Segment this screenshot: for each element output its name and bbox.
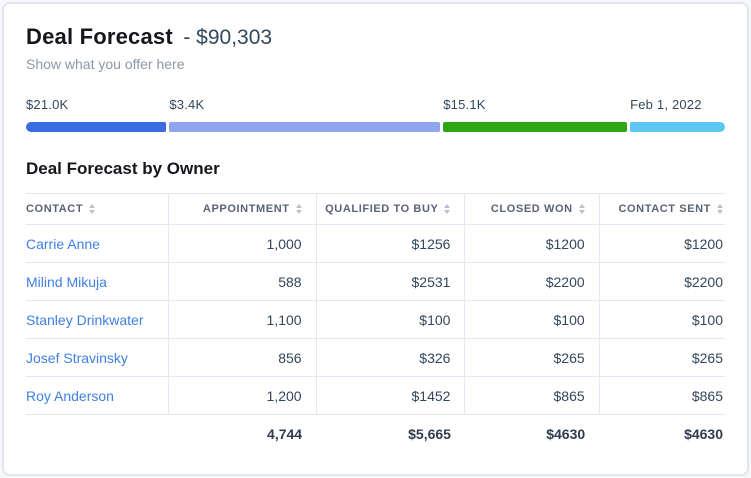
table-row: Roy Anderson1,200$1452$865$865 (26, 377, 725, 415)
sort-icon[interactable] (89, 204, 95, 214)
forecast-progress-bar (26, 122, 725, 132)
forecast-bar-label: Feb 1, 2022 (630, 97, 702, 112)
contact-cell: Milind Mikuja (26, 263, 169, 301)
table-row: Josef Stravinsky856$326$265$265 (26, 339, 725, 377)
column-header-qualified-to-buy[interactable]: QUALIFIED TO BUY (316, 194, 465, 225)
column-header-label: CLOSED WON (491, 203, 573, 215)
page-title-text: Deal Forecast (26, 24, 173, 49)
total-cell (26, 415, 169, 454)
table-row: Carrie Anne1,000$1256$1200$1200 (26, 225, 725, 263)
value-cell: $1200 (465, 225, 599, 263)
table-header: CONTACT APPOINTMENT QUALIFIED TO BUY CLOSED… (26, 194, 725, 225)
forecast-bar-labels: $21.0K $3.4K $15.1K Feb 1, 2022 (26, 97, 725, 113)
sort-icon[interactable] (717, 204, 723, 214)
value-cell: 856 (169, 339, 316, 377)
value-cell: $100 (599, 301, 725, 339)
column-header-label: APPOINTMENT (203, 203, 290, 215)
value-cell: $2200 (599, 263, 725, 301)
contact-cell: Roy Anderson (26, 377, 169, 415)
page-title: Deal Forecast - $90,303 (26, 24, 725, 50)
section-title: Deal Forecast by Owner (26, 159, 725, 179)
column-header-closed-won[interactable]: CLOSED WON (465, 194, 599, 225)
value-cell: $265 (599, 339, 725, 377)
table-totals: 4,744$5,665$4630$4630 (26, 415, 725, 454)
contact-cell: Carrie Anne (26, 225, 169, 263)
value-cell: 1,000 (169, 225, 316, 263)
forecast-bar-segment[interactable] (443, 122, 627, 132)
sort-icon[interactable] (444, 204, 450, 214)
page-title-amount: - $90,303 (183, 26, 272, 49)
column-header-contact[interactable]: CONTACT (26, 194, 169, 225)
table-row: Stanley Drinkwater1,100$100$100$100 (26, 301, 725, 339)
sort-icon[interactable] (296, 204, 302, 214)
column-header-label: CONTACT SENT (618, 203, 711, 215)
contact-link[interactable]: Carrie Anne (26, 236, 100, 252)
deal-forecast-table: CONTACT APPOINTMENT QUALIFIED TO BUY CLOSED… (26, 193, 725, 453)
contact-cell: Stanley Drinkwater (26, 301, 169, 339)
column-header-label: CONTACT (26, 203, 83, 215)
page-subtitle: Show what you offer here (26, 56, 725, 72)
forecast-bar-segment[interactable] (169, 122, 440, 132)
forecast-bar-label: $15.1K (443, 97, 485, 112)
value-cell: $265 (465, 339, 599, 377)
column-header-appointment[interactable]: APPOINTMENT (169, 194, 316, 225)
total-cell: 4,744 (169, 415, 316, 454)
contact-link[interactable]: Stanley Drinkwater (26, 312, 144, 328)
column-header-contact-sent[interactable]: CONTACT SENT (599, 194, 725, 225)
value-cell: $326 (316, 339, 465, 377)
column-header-label: QUALIFIED TO BUY (325, 203, 438, 215)
value-cell: $2531 (316, 263, 465, 301)
value-cell: $1200 (599, 225, 725, 263)
forecast-bar-segment[interactable] (630, 122, 725, 132)
value-cell: $100 (316, 301, 465, 339)
value-cell: 1,100 (169, 301, 316, 339)
deal-forecast-card: Deal Forecast - $90,303 Show what you of… (2, 2, 749, 476)
total-cell: $5,665 (316, 415, 465, 454)
contact-link[interactable]: Josef Stravinsky (26, 350, 128, 366)
value-cell: $865 (599, 377, 725, 415)
forecast-bar-segment[interactable] (26, 122, 166, 132)
value-cell: $2200 (465, 263, 599, 301)
forecast-bar-label: $21.0K (26, 97, 68, 112)
sort-icon[interactable] (579, 204, 585, 214)
total-cell: $4630 (599, 415, 725, 454)
total-cell: $4630 (465, 415, 599, 454)
contact-link[interactable]: Milind Mikuja (26, 274, 107, 290)
table-row: Milind Mikuja588$2531$2200$2200 (26, 263, 725, 301)
value-cell: $100 (465, 301, 599, 339)
value-cell: 1,200 (169, 377, 316, 415)
value-cell: $1452 (316, 377, 465, 415)
value-cell: $865 (465, 377, 599, 415)
value-cell: 588 (169, 263, 316, 301)
contact-cell: Josef Stravinsky (26, 339, 169, 377)
forecast-bar-label: $3.4K (169, 97, 204, 112)
value-cell: $1256 (316, 225, 465, 263)
contact-link[interactable]: Roy Anderson (26, 388, 114, 404)
